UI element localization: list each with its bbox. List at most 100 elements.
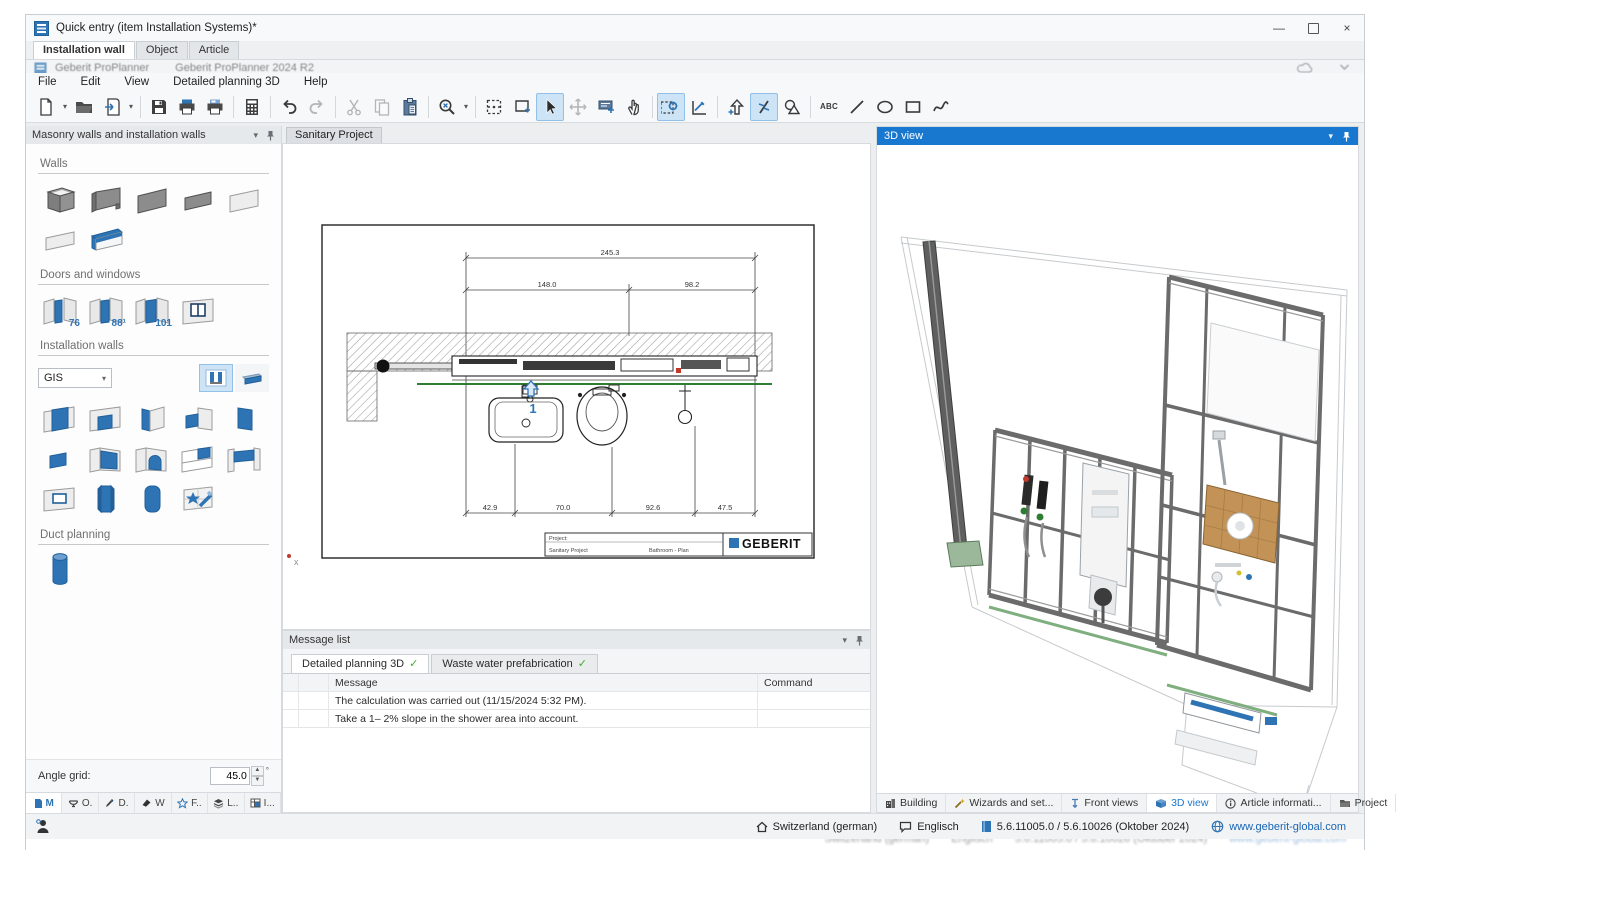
install-item-bridge[interactable] xyxy=(222,441,266,477)
open-button[interactable] xyxy=(70,93,98,121)
status-website[interactable]: www.geberit-global.com xyxy=(1211,820,1346,833)
install-item-side-panel[interactable] xyxy=(176,401,220,437)
pan-hand-button[interactable] xyxy=(620,93,648,121)
install-item-corner-arch[interactable] xyxy=(130,441,174,477)
mini-tab-masonry[interactable]: M xyxy=(26,793,62,813)
zoom-button[interactable] xyxy=(433,93,461,121)
import-button[interactable] xyxy=(98,93,126,121)
menu-detailed-planning-3d[interactable]: Detailed planning 3D xyxy=(173,76,280,88)
import-dropdown[interactable]: ▾ xyxy=(126,94,136,120)
install-item-full-panel[interactable] xyxy=(38,401,82,437)
drawing-canvas[interactable]: x 245.3 148.0 98.2 xyxy=(282,143,871,630)
mini-tab-installation[interactable]: I... xyxy=(245,793,281,813)
install-item-top-panel[interactable] xyxy=(176,441,220,477)
pin-icon[interactable] xyxy=(266,130,275,141)
install-item-corner-full[interactable] xyxy=(84,441,128,477)
print-button[interactable] xyxy=(173,93,201,121)
transparency-toggle-button[interactable] xyxy=(750,93,778,121)
edit-geometry-button[interactable] xyxy=(657,93,685,121)
wall-item-corner-dark[interactable] xyxy=(84,181,128,217)
rectangle-tool-button[interactable] xyxy=(899,93,927,121)
mini-tab-objects[interactable]: O. xyxy=(62,793,98,813)
ellipse-tool-button[interactable] xyxy=(871,93,899,121)
status-version[interactable]: 5.6.11005.0 / 5.6.10026 (Oktober 2024) xyxy=(981,820,1189,833)
maximize-button[interactable] xyxy=(1296,15,1330,41)
tab-sanitary-project[interactable]: Sanitary Project xyxy=(286,127,382,143)
collapse-chevron-icon[interactable] xyxy=(1339,63,1350,71)
add-selection-button[interactable] xyxy=(508,93,536,121)
dimension-note-button[interactable] xyxy=(592,93,620,121)
polyline-edit-button[interactable] xyxy=(685,93,713,121)
install-item-corner-panel[interactable] xyxy=(130,401,174,437)
mini-tab-favorites[interactable]: F.. xyxy=(172,793,208,813)
pin-icon[interactable] xyxy=(1342,131,1351,142)
pin-icon[interactable] xyxy=(855,635,864,646)
status-region[interactable]: Switzerland (german) xyxy=(756,821,878,833)
tab-project[interactable]: Project xyxy=(1331,794,1397,812)
menu-edit[interactable]: Edit xyxy=(81,76,101,88)
undo-button[interactable] xyxy=(275,93,303,121)
toggle-stud-view[interactable] xyxy=(199,364,233,392)
text-tool-button[interactable]: ABC xyxy=(815,93,843,121)
line-tool-button[interactable] xyxy=(843,93,871,121)
toggle-panel-view[interactable] xyxy=(235,364,269,392)
tab-wizards[interactable]: Wizards and set... xyxy=(946,794,1062,812)
close-button[interactable]: × xyxy=(1330,15,1364,41)
gis-select[interactable]: GIS▾ xyxy=(38,368,112,388)
tab-article[interactable]: Article xyxy=(189,41,240,59)
user-status[interactable] xyxy=(36,819,50,835)
tab-article-information[interactable]: Article informati... xyxy=(1217,794,1330,812)
duct-item-cylinder[interactable] xyxy=(38,552,82,588)
message-row[interactable]: The calculation was carried out (11/15/2… xyxy=(283,692,870,710)
select-area-button[interactable] xyxy=(480,93,508,121)
wall-item-thin-light[interactable] xyxy=(38,221,82,257)
angle-up-button[interactable]: ▲ xyxy=(251,766,264,776)
redo-button[interactable] xyxy=(303,93,331,121)
mini-tab-layers[interactable]: L.. xyxy=(208,793,244,813)
wall-item-slab-dark[interactable] xyxy=(176,181,220,217)
print-preview-button[interactable] xyxy=(201,93,229,121)
select-tool-button[interactable] xyxy=(536,93,564,121)
copy-button[interactable] xyxy=(368,93,396,121)
tab-installation-wall[interactable]: Installation wall xyxy=(33,41,135,59)
new-document-button[interactable] xyxy=(32,93,60,121)
new-document-dropdown[interactable]: ▾ xyxy=(60,94,70,120)
door-item-88[interactable]: 88¹ xyxy=(84,292,128,328)
install-item-single-blue[interactable] xyxy=(222,401,266,437)
install-item-small-blue[interactable] xyxy=(38,441,82,477)
window-item[interactable] xyxy=(176,292,220,328)
door-item-101[interactable]: 101 xyxy=(130,292,174,328)
install-item-partial-panel[interactable] xyxy=(84,401,128,437)
tab-3d-view[interactable]: 3D view xyxy=(1147,794,1217,812)
chevron-down-icon[interactable]: ▾ xyxy=(842,635,847,646)
zoom-dropdown[interactable]: ▾ xyxy=(461,94,471,120)
menu-file[interactable]: File xyxy=(38,76,57,88)
save-button[interactable] xyxy=(145,93,173,121)
door-item-76[interactable]: 76 xyxy=(38,292,82,328)
curve-tool-button[interactable] xyxy=(927,93,955,121)
install-item-column[interactable] xyxy=(84,481,128,517)
mini-tab-dimensions[interactable]: D. xyxy=(99,793,135,813)
view3d-viewport[interactable] xyxy=(877,145,1358,793)
install-item-rounded-panel[interactable] xyxy=(130,481,174,517)
chevron-down-icon[interactable]: ▾ xyxy=(1328,131,1333,142)
shapes-button[interactable] xyxy=(778,93,806,121)
menu-view[interactable]: View xyxy=(124,76,149,88)
calculator-button[interactable] xyxy=(238,93,266,121)
tab-object[interactable]: Object xyxy=(136,41,188,59)
tab-detailed-planning-3d[interactable]: Detailed planning 3D ✓ xyxy=(291,654,429,673)
menu-help[interactable]: Help xyxy=(304,76,328,88)
mini-tab-walls[interactable]: W xyxy=(135,793,171,813)
wall-item-cube[interactable] xyxy=(38,181,82,217)
tab-building[interactable]: Building xyxy=(877,794,946,812)
wall-item-panel-dark[interactable] xyxy=(130,181,174,217)
wall-item-slab-light[interactable] xyxy=(222,181,266,217)
chevron-down-icon[interactable]: ▾ xyxy=(253,130,258,141)
cut-button[interactable] xyxy=(340,93,368,121)
angle-grid-input[interactable] xyxy=(210,767,250,785)
minimize-button[interactable]: — xyxy=(1262,15,1296,41)
status-language[interactable]: Englisch xyxy=(899,821,959,833)
angle-down-button[interactable]: ▼ xyxy=(251,776,264,786)
move-button[interactable] xyxy=(564,93,592,121)
paste-button[interactable] xyxy=(396,93,424,121)
